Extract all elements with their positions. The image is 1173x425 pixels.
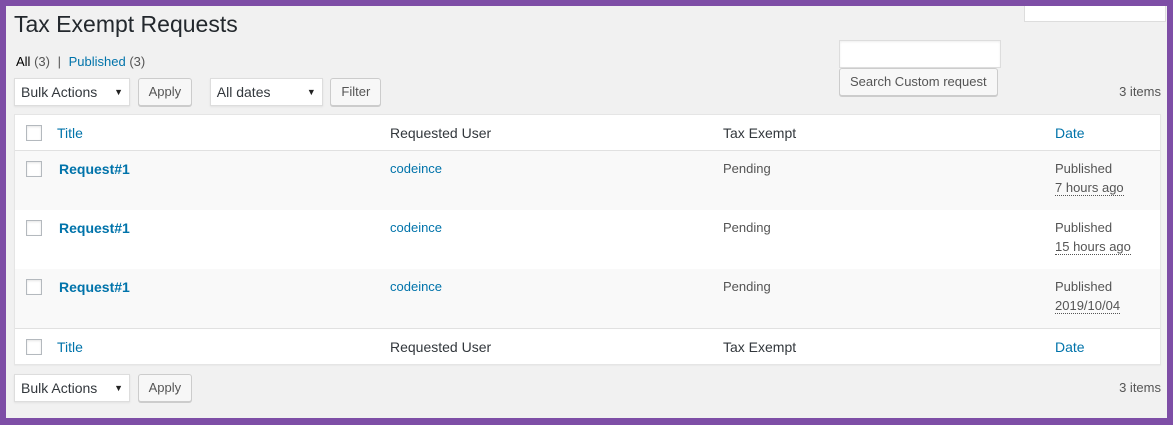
views-filter: All (3) | Published (3) [16,54,145,69]
row-checkbox[interactable] [26,161,42,177]
tablenav-top: Bulk Actions ▼ Apply All dates ▼ Filter … [14,78,1161,108]
select-all-checkbox-footer[interactable] [26,339,42,355]
caret-down-icon: ▼ [114,383,123,393]
row-tax-status: Pending [723,220,771,235]
row-tax-status: Pending [723,279,771,294]
column-date-sort[interactable]: Date [1055,125,1085,141]
table-footer-row: Title Requested User Tax Exempt Date [15,328,1160,364]
row-date-status: Published [1055,279,1113,294]
requests-table: Title Requested User Tax Exempt Date Req… [14,114,1161,365]
bulk-actions-value: Bulk Actions [21,84,98,100]
column-tax-exempt: Tax Exempt [723,125,797,141]
view-published-count: (3) [129,54,146,69]
column-title-sort-footer[interactable]: Title [57,339,83,355]
tablenav-bottom: Bulk Actions ▼ Apply 3 items [14,374,1161,404]
row-date-value: 2019/10/04 [1055,298,1121,314]
dates-filter-value: All dates [216,84,271,100]
row-checkbox[interactable] [26,279,42,295]
bulk-actions-value-bottom: Bulk Actions [21,380,98,396]
admin-content: Tax Exempt Requests All (3) | Published … [6,6,1167,418]
column-title-sort[interactable]: Title [57,125,83,141]
apply-button-bottom[interactable]: Apply [137,374,193,402]
row-checkbox[interactable] [26,220,42,236]
bulk-actions-select[interactable]: Bulk Actions ▼ [14,78,130,106]
row-tax-status: Pending [723,161,771,176]
view-separator: | [57,54,61,69]
row-date: Published 7 hours ago [1055,161,1124,196]
caret-down-icon: ▼ [306,87,316,97]
view-all-label: All [16,54,31,69]
row-user-link[interactable]: codeince [390,161,442,176]
caret-down-icon: ▼ [114,87,123,97]
row-date-status: Published [1055,161,1113,176]
row-title-link[interactable]: Request#1 [59,161,130,177]
table-row: Request#1 codeince Pending Published 15 … [15,210,1160,269]
items-count: 3 items [1119,84,1161,99]
items-count-bottom: 3 items [1119,380,1161,395]
filter-button[interactable]: Filter [330,78,382,106]
select-all-checkbox[interactable] [26,125,42,141]
row-date: Published 15 hours ago [1055,220,1131,255]
row-user-link[interactable]: codeince [390,279,442,294]
page-title: Tax Exempt Requests [14,11,238,37]
column-date-sort-footer[interactable]: Date [1055,339,1085,355]
table-header-row: Title Requested User Tax Exempt Date [15,115,1160,151]
dates-filter-select[interactable]: All dates ▼ [209,78,323,106]
row-date: Published 2019/10/04 [1055,279,1121,314]
search-input[interactable] [839,40,1001,68]
bulk-actions-select-bottom[interactable]: Bulk Actions ▼ [14,374,130,402]
apply-button[interactable]: Apply [137,78,193,106]
table-row: Request#1 codeince Pending Published 201… [15,269,1160,328]
screen-options-tab[interactable] [1024,6,1166,22]
row-date-value: 7 hours ago [1055,180,1124,196]
column-requested-user-footer: Requested User [390,339,492,355]
view-all-count: (3) [34,54,50,69]
column-requested-user: Requested User [390,125,492,141]
row-date-status: Published [1055,220,1113,235]
row-title-link[interactable]: Request#1 [59,220,130,236]
view-published-label: Published [68,54,126,69]
row-user-link[interactable]: codeince [390,220,442,235]
table-row: Request#1 codeince Pending Published 7 h… [15,151,1160,210]
view-published-link[interactable]: Published (3) [69,54,146,69]
row-date-value: 15 hours ago [1055,239,1131,255]
column-tax-exempt-footer: Tax Exempt [723,339,797,355]
row-title-link[interactable]: Request#1 [59,279,130,295]
view-all-link[interactable]: All (3) [16,54,50,69]
